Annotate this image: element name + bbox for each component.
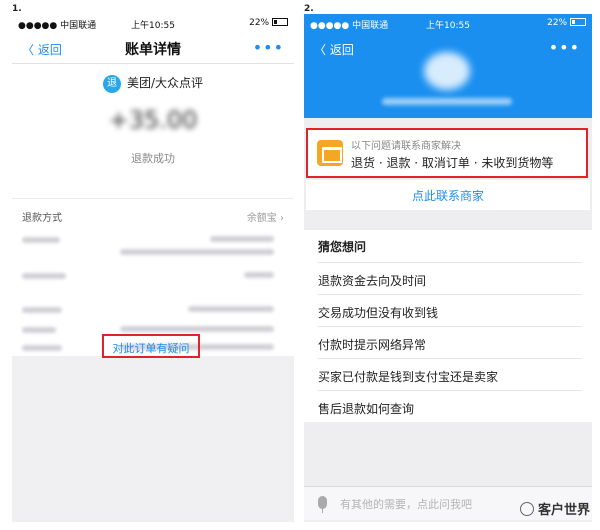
blurred-value [210, 236, 274, 242]
status-bar: ●●●●● 中国联通 上午10:55 22% [12, 14, 294, 34]
microphone-icon[interactable] [318, 496, 327, 513]
battery-icon [570, 18, 586, 26]
blurred-value [120, 249, 274, 255]
merchant-notice-card: 以下问题请联系商家解决 退货 · 退款 · 取消订单 · 未收到货物等 [306, 128, 588, 178]
merchant-name: 美团/大众点评 [126, 76, 204, 90]
blurred-label [22, 307, 62, 313]
more-button[interactable]: ••• [549, 38, 580, 57]
step-label-1: 1. [12, 4, 22, 14]
refund-method-value: 余额宝 › [246, 213, 284, 224]
faq-item-label: 买家已付款是钱到支付宝还是卖家 [318, 370, 499, 384]
blurred-value [244, 272, 274, 278]
faq-item[interactable]: 交易成功但没有收到钱 [318, 294, 582, 326]
status-bar: ●●●●● 中国联通 上午10:55 22% [304, 14, 592, 34]
watermark-text: 客户世界 [537, 503, 590, 518]
refund-amount: +35.00 [108, 106, 198, 134]
faq-item[interactable]: 付款时提示网络异常 [318, 326, 582, 358]
watermark-logo: 客户世界 [519, 499, 590, 518]
battery-icon [272, 18, 288, 26]
merchant-avatar [424, 52, 470, 90]
notice-items: 退货 · 退款 · 取消订单 · 未收到货物等 [351, 156, 554, 170]
battery-indicator: 22% [547, 18, 586, 28]
order-question-button[interactable]: 对此订单有疑问 [102, 334, 200, 358]
faq-heading: 猜您想问 [318, 240, 367, 254]
blurred-value [188, 306, 274, 312]
refund-badge-icon: 退 [102, 74, 121, 93]
faq-item-label: 售后退款如何查询 [318, 402, 415, 416]
step-label-2: 2. [304, 4, 314, 14]
shop-icon [317, 140, 343, 166]
merchant-header: ●●●●● 中国联通 上午10:55 22% 〈 返回 ••• [304, 14, 592, 118]
merchant-row: 退美团/大众点评 [12, 74, 294, 93]
faq-item-label: 交易成功但没有收到钱 [318, 306, 439, 320]
battery-percent: 22% [249, 18, 270, 28]
more-button[interactable]: ••• [253, 38, 284, 57]
wechat-logo-icon [519, 502, 534, 516]
faq-panel: 猜您想问 退款资金去向及时间 交易成功但没有收到钱 付款时提示网络异常 买家已付… [304, 230, 592, 422]
blurred-label [22, 237, 60, 243]
blurred-value [120, 326, 274, 332]
contact-merchant-link[interactable]: 点此联系商家 [306, 187, 590, 204]
back-button[interactable]: 〈 返回 [314, 41, 354, 58]
notice-title: 以下问题请联系商家解决 [351, 141, 461, 152]
bill-detail-screen: ●●●●● 中国联通 上午10:55 22% 〈 返回 账单详情 ••• 退美团… [12, 14, 294, 522]
chat-input-placeholder[interactable]: 有其他的需要，点此问我吧 [340, 496, 472, 512]
order-question-link[interactable]: 对此订单有疑问 [104, 340, 198, 356]
refund-status: 退款成功 [131, 152, 175, 165]
faq-item[interactable]: 退款资金去向及时间 [318, 262, 582, 294]
blurred-label [22, 345, 62, 351]
faq-item[interactable]: 售后退款如何查询 [318, 390, 582, 422]
blurred-label [22, 327, 56, 333]
blurred-label [22, 273, 66, 279]
battery-percent: 22% [547, 18, 568, 28]
contact-merchant-row[interactable]: 点此联系商家 [306, 180, 590, 210]
faq-item[interactable]: 买家已付款是钱到支付宝还是卖家 [318, 358, 582, 390]
battery-indicator: 22% [249, 18, 288, 28]
merchant-panel: 退美团/大众点评 +35.00 退款成功 [12, 64, 294, 198]
merchant-name-blurred [382, 98, 512, 105]
page-title: 账单详情 [125, 42, 181, 58]
merchant-help-screen: ●●●●● 中国联通 上午10:55 22% 〈 返回 ••• 以下问题请联系商… [304, 14, 592, 522]
refund-method-label: 退款方式 [22, 213, 62, 224]
faq-item-label: 付款时提示网络异常 [318, 338, 427, 352]
nav-bar: 〈 返回 账单详情 ••• [12, 34, 294, 64]
faq-item-label: 退款资金去向及时间 [318, 274, 427, 288]
refund-method-row[interactable]: 退款方式 余额宝 › [22, 205, 284, 227]
detail-list: 退款方式 余额宝 › [12, 198, 294, 356]
